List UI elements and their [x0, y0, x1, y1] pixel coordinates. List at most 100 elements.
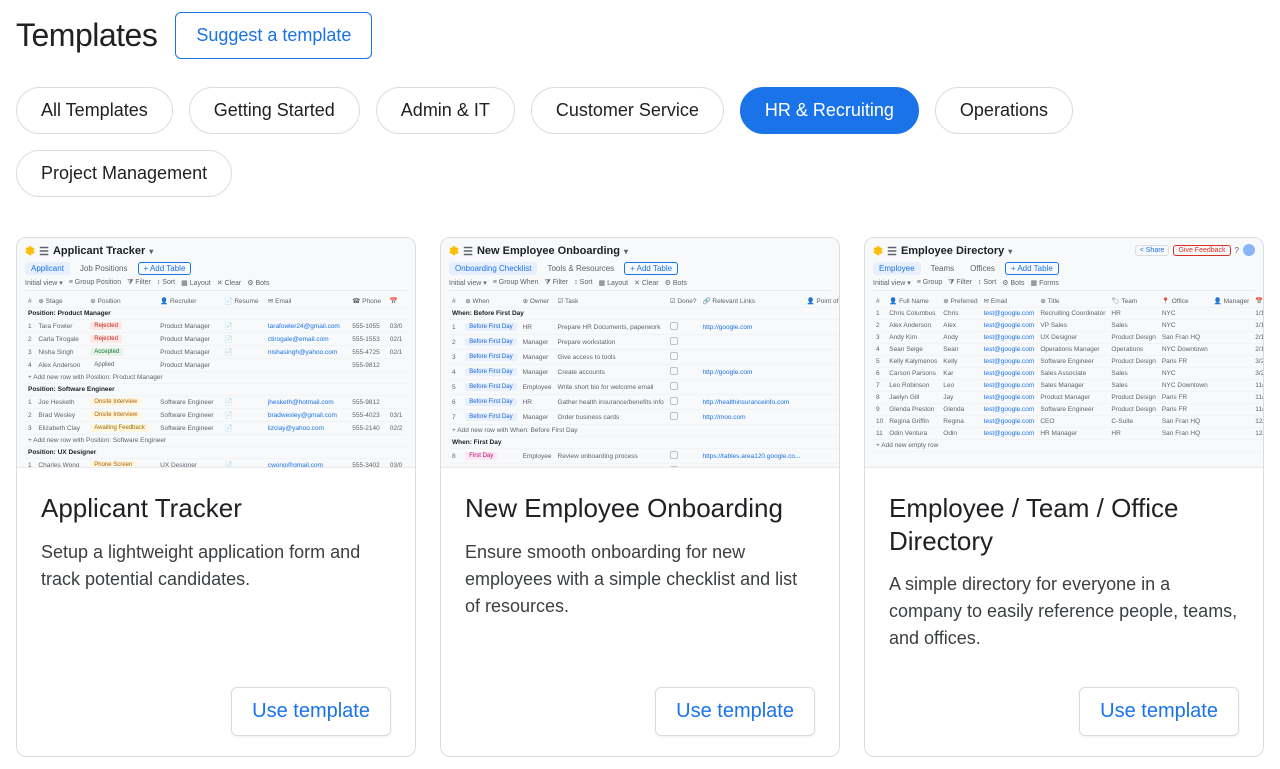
column-header[interactable]: ☎ Phone — [349, 295, 387, 308]
toolbar-item[interactable]: ▦ Forms — [1031, 279, 1059, 287]
column-header[interactable]: 📅 — [387, 295, 407, 308]
column-header[interactable]: 👤 Recruiter — [157, 295, 221, 308]
column-header[interactable]: ☑ Task — [555, 295, 667, 308]
category-tab-all-templates[interactable]: All Templates — [16, 87, 173, 134]
toolbar-item[interactable]: ↕ Sort — [157, 279, 175, 287]
table-row[interactable]: 1Chris ColumbusChristest@google.comRecru… — [873, 308, 1263, 320]
add-row[interactable]: + Add new row with Position: Software En… — [25, 435, 407, 447]
add-table-button[interactable]: + Add Table — [1005, 262, 1059, 275]
column-header[interactable]: # — [873, 295, 886, 308]
toolbar-item[interactable]: ⧩ Filter — [544, 279, 568, 287]
suggest-template-button[interactable]: Suggest a template — [175, 12, 372, 59]
table-row[interactable]: 7Leo RobinsonLeotest@google.comSales Man… — [873, 380, 1263, 392]
column-header[interactable]: ⊕ Title — [1037, 295, 1108, 308]
table-row[interactable]: 2Alex AndersonAlextest@google.comVP Sale… — [873, 320, 1263, 332]
table-row[interactable]: 3Elizabeth ClayAwaiting FeedbackSoftware… — [25, 422, 407, 435]
column-header[interactable]: ⊕ Preferred — [940, 295, 980, 308]
use-template-button[interactable]: Use template — [1079, 687, 1239, 736]
table-row[interactable]: 3Nisha SinghAcceptedProduct Manager📄nish… — [25, 346, 407, 359]
column-header[interactable]: 👤 Point of Contact — [803, 295, 839, 308]
category-tab-getting-started[interactable]: Getting Started — [189, 87, 360, 134]
table-row[interactable]: 4Alex AndersonAppliedProduct Manager555-… — [25, 359, 407, 372]
toolbar-item[interactable]: ⧩ Filter — [127, 279, 151, 287]
table-row[interactable]: 6Carson ParsonsKartest@google.comSales A… — [873, 368, 1263, 380]
column-header[interactable]: 👤 Full Name — [886, 295, 940, 308]
category-tab-operations[interactable]: Operations — [935, 87, 1073, 134]
preview-tab[interactable]: Onboarding Checklist — [449, 262, 537, 275]
group-header[interactable]: Position: UX Designer — [25, 447, 407, 459]
table-row[interactable]: 4Before First DayManagerCreate accountsh… — [449, 365, 839, 380]
table-row[interactable]: 6Before First DayHRGather health insuran… — [449, 395, 839, 410]
column-header[interactable]: 📄 Resume — [221, 295, 264, 308]
category-tab-hr-recruiting[interactable]: HR & Recruiting — [740, 87, 919, 134]
column-header[interactable]: ⊕ Stage — [35, 295, 87, 308]
toolbar-item[interactable]: ▦ Layout — [181, 279, 211, 287]
column-header[interactable]: 👤 Manager — [1211, 295, 1253, 308]
column-header[interactable]: # — [25, 295, 35, 308]
feedback-button[interactable]: Give Feedback — [1173, 245, 1230, 256]
table-row[interactable]: 1Tara FowlerRejectedProduct Manager📄tara… — [25, 320, 407, 333]
toolbar-item[interactable]: ≡ Group When — [493, 279, 539, 287]
table-row[interactable]: 5Kelly KalymenosKellytest@google.comSoft… — [873, 356, 1263, 368]
add-row[interactable]: + Add new row with When: Before First Da… — [449, 425, 839, 437]
category-tab-project-management[interactable]: Project Management — [16, 150, 232, 197]
preview-tab[interactable]: Job Positions — [74, 262, 134, 275]
toolbar-item[interactable]: ▦ Layout — [599, 279, 629, 287]
table-row[interactable]: 3Andy KimAndytest@google.comUX DesignerP… — [873, 332, 1263, 344]
table-row[interactable]: 8First DayEmployeeReview onboarding proc… — [449, 449, 839, 464]
toolbar-item[interactable]: ⚙ Bots — [1002, 279, 1024, 287]
toolbar-item[interactable]: ↕ Sort — [978, 279, 996, 287]
table-row[interactable]: 1Charles WongPhone ScreenUX Designer📄cwo… — [25, 459, 407, 469]
table-row[interactable]: 2Before First DayManagerPrepare workstat… — [449, 335, 839, 350]
preview-tab[interactable]: Tools & Resources — [541, 262, 620, 275]
column-header[interactable]: ⊕ Position — [87, 295, 157, 308]
help-icon[interactable]: ? — [1235, 246, 1239, 255]
preview-tab[interactable]: Applicant — [25, 262, 70, 275]
use-template-button[interactable]: Use template — [655, 687, 815, 736]
table-row[interactable]: 11Odin VenturaOdintest@google.comHR Mana… — [873, 428, 1263, 440]
toolbar-item[interactable]: ✕ Clear — [634, 279, 659, 287]
toolbar-item[interactable]: Initial view ▾ — [449, 279, 487, 287]
add-row[interactable]: + Add new empty row — [873, 440, 1263, 452]
table-row[interactable]: 10Regina GriffinReginatest@google.comCEO… — [873, 416, 1263, 428]
table-row[interactable]: 9Glenda PrestonGlendatest@google.comSoft… — [873, 404, 1263, 416]
category-tab-admin-it[interactable]: Admin & IT — [376, 87, 515, 134]
table-row[interactable]: 2Brad WesleyOnsite InterviewSoftware Eng… — [25, 409, 407, 422]
column-header[interactable]: ⊕ When — [462, 295, 519, 308]
category-tab-customer-service[interactable]: Customer Service — [531, 87, 724, 134]
group-header[interactable]: When: Before First Day — [449, 308, 839, 320]
group-header[interactable]: When: First Day — [449, 437, 839, 449]
table-row[interactable]: 1Before First DayHRPrepare HR Documents,… — [449, 320, 839, 335]
avatar[interactable] — [1243, 244, 1255, 256]
toolbar-item[interactable]: Initial view ▾ — [873, 279, 911, 287]
use-template-button[interactable]: Use template — [231, 687, 391, 736]
add-table-button[interactable]: + Add Table — [138, 262, 192, 275]
column-header[interactable]: 🏷 Team — [1108, 295, 1158, 308]
group-header[interactable]: Position: Product Manager — [25, 308, 407, 320]
table-row[interactable]: 4Sean SeigeSeantest@google.comOperations… — [873, 344, 1263, 356]
toolbar-item[interactable]: Initial view ▾ — [25, 279, 63, 287]
toolbar-item[interactable]: ≡ Group Position — [69, 279, 121, 287]
toolbar-item[interactable]: ≡ Group — [917, 279, 942, 287]
toolbar-item[interactable]: ⚙ Bots — [247, 279, 269, 287]
table-row[interactable]: 1Joe HeskethOnsite InterviewSoftware Eng… — [25, 396, 407, 409]
share-button[interactable]: < Share — [1135, 245, 1170, 256]
column-header[interactable]: 📅 Start D — [1252, 295, 1263, 308]
preview-tab[interactable]: Employee — [873, 262, 921, 275]
toolbar-item[interactable]: ⚙ Bots — [665, 279, 687, 287]
column-header[interactable]: # — [449, 295, 462, 308]
table-row[interactable]: 8Jaelyn GillJaytest@google.comProduct Ma… — [873, 392, 1263, 404]
column-header[interactable]: ☑ Done? — [667, 295, 700, 308]
column-header[interactable]: ✉ Email — [265, 295, 349, 308]
toolbar-item[interactable]: ⧩ Filter — [948, 279, 972, 287]
table-row[interactable]: 7Before First DayManagerOrder business c… — [449, 410, 839, 425]
table-row[interactable]: 3Before First DayManagerGive access to t… — [449, 350, 839, 365]
column-header[interactable]: 🔗 Relevant Links — [700, 295, 804, 308]
column-header[interactable]: 📍 Office — [1159, 295, 1211, 308]
toolbar-item[interactable]: ✕ Clear — [217, 279, 242, 287]
toolbar-item[interactable]: ↕ Sort — [574, 279, 592, 287]
table-row[interactable]: 5Before First DayEmployeeWrite short bio… — [449, 380, 839, 395]
preview-tab[interactable]: Offices — [964, 262, 1001, 275]
column-header[interactable]: ⊕ Owner — [520, 295, 555, 308]
group-header[interactable]: Position: Software Engineer — [25, 384, 407, 396]
